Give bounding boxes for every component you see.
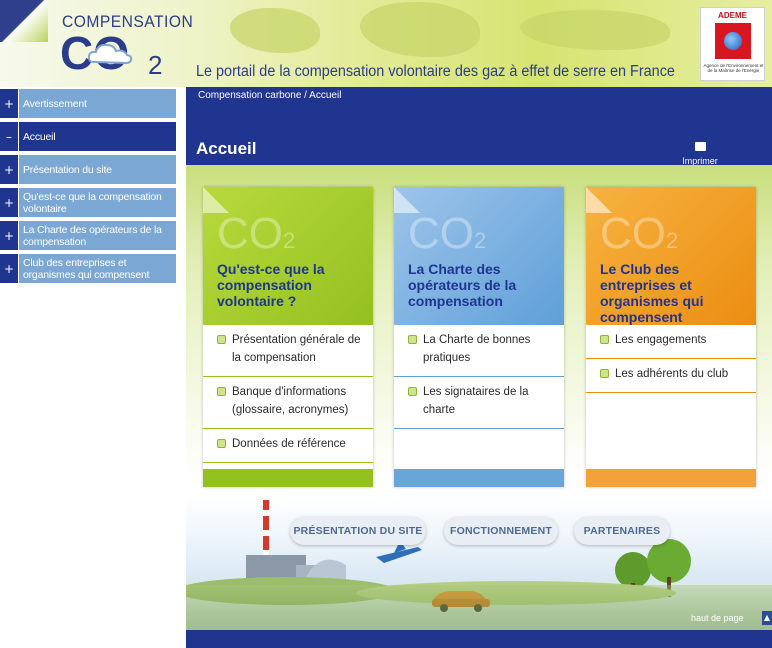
ground-strip xyxy=(186,585,772,630)
site-tagline: Le portail de la compensation volontaire… xyxy=(196,63,675,80)
footer-bar xyxy=(186,630,772,648)
main-content: Compensation carbone / Accueil Accueil I… xyxy=(186,87,772,648)
card-links: Présentation générale de la compensation… xyxy=(203,325,373,463)
card-footer-bar xyxy=(394,469,564,487)
logo-subscript-two: 2 xyxy=(148,50,163,80)
link-label: Présentation générale de la compensation xyxy=(232,334,361,364)
card-link-signataires[interactable]: Les signataires de la charte xyxy=(394,377,564,429)
card-title: Le Club des entreprises et organismes qu… xyxy=(600,261,704,325)
bullet-icon xyxy=(600,369,609,378)
bullet-icon xyxy=(408,335,417,344)
expand-plus-icon[interactable]: + xyxy=(0,221,18,250)
sidebar-item-label: Avertissement xyxy=(19,89,176,118)
sidebar-item-charte[interactable]: + La Charte des opérateurs de la compens… xyxy=(0,221,176,250)
co2-watermark: CO2 xyxy=(217,209,296,258)
page-title: Accueil xyxy=(196,139,257,158)
card-link-banque-informations[interactable]: Banque d'informations (glossaire, acrony… xyxy=(203,377,373,429)
expand-plus-icon[interactable]: + xyxy=(0,254,18,283)
partenaires-button[interactable]: PARTENAIRES xyxy=(574,517,670,545)
card-links: Les engagements Les adhérents du club xyxy=(586,325,756,393)
collapse-minus-icon[interactable]: – xyxy=(0,122,18,151)
sidebar-item-label: Présentation du site xyxy=(19,155,176,184)
ademe-logo[interactable]: ADEME Agence de l'Environnement et de la… xyxy=(700,7,765,81)
presentation-du-site-button[interactable]: PRÉSENTATION DU SITE xyxy=(290,517,426,545)
card-link-presentation-generale[interactable]: Présentation générale de la compensation xyxy=(203,325,373,377)
co2-watermark: CO2 xyxy=(600,209,679,258)
card-footer-bar xyxy=(203,469,373,487)
sidebar-item-accueil[interactable]: – Accueil xyxy=(0,122,176,151)
globe-icon xyxy=(724,32,742,50)
sidebar-item-label: La Charte des opérateurs de la compensat… xyxy=(19,221,176,250)
sidebar-item-avertissement[interactable]: + Avertissement xyxy=(0,89,176,118)
link-label: Banque d'informations (glossaire, acrony… xyxy=(232,386,349,416)
sidebar-item-club[interactable]: + Club des entreprises et organismes qui… xyxy=(0,254,176,283)
card-footer-bar xyxy=(586,469,756,487)
card-header-link[interactable]: CO2 Qu'est-ce que la compensation volont… xyxy=(203,187,373,325)
landscape-banner: PRÉSENTATION DU SITE FONCTIONNEMENT PART… xyxy=(186,495,772,630)
card-compensation-volontaire: CO2 Qu'est-ce que la compensation volont… xyxy=(203,187,373,487)
sidebar-item-label: Club des entreprises et organismes qui c… xyxy=(19,254,176,283)
sidebar-nav: + Avertissement – Accueil + Présentation… xyxy=(0,87,186,648)
bullet-icon xyxy=(217,335,226,344)
card-club-entreprises: CO2 Le Club des entreprises et organisme… xyxy=(586,187,756,487)
card-title: Qu'est-ce que la compensation volontaire… xyxy=(217,261,325,309)
card-links: La Charte de bonnes pratiques Les signat… xyxy=(394,325,564,429)
link-label: Données de référence xyxy=(232,438,346,450)
card-title: La Charte des opérateurs de la compensat… xyxy=(408,261,517,309)
expand-plus-icon[interactable]: + xyxy=(0,89,18,118)
world-map-shape xyxy=(360,2,480,57)
ademe-emblem xyxy=(715,23,751,59)
sidebar-item-label: Qu'est-ce que la compensation volontaire xyxy=(19,188,176,217)
cloud-icon xyxy=(87,43,133,65)
card-header-link[interactable]: CO2 La Charte des opérateurs de la compe… xyxy=(394,187,564,325)
ademe-subtitle: Agence de l'Environnement et de la Maîtr… xyxy=(703,63,764,73)
bullet-icon xyxy=(217,439,226,448)
expand-plus-icon[interactable]: + xyxy=(0,155,18,184)
sidebar-item-compensation-volontaire[interactable]: + Qu'est-ce que la compensation volontai… xyxy=(0,188,176,217)
corner-fold-decoration xyxy=(0,0,48,42)
back-to-top-link[interactable]: haut de page xyxy=(691,613,744,623)
world-map-shape xyxy=(230,8,320,53)
printer-icon xyxy=(694,142,706,151)
sidebar-item-label: Accueil xyxy=(19,122,176,151)
site-header: COMPENSATION CO 2 Le portail de la compe… xyxy=(0,0,772,87)
bullet-icon xyxy=(408,387,417,396)
title-bar: Compensation carbone / Accueil Accueil I… xyxy=(186,87,772,166)
link-label: La Charte de bonnes pratiques xyxy=(423,334,531,364)
fonctionnement-button[interactable]: FONCTIONNEMENT xyxy=(444,517,558,545)
link-label: Les adhérents du club xyxy=(615,368,729,380)
bullet-icon xyxy=(600,335,609,344)
breadcrumb: Compensation carbone / Accueil xyxy=(198,90,342,101)
world-map-shape xyxy=(520,10,670,50)
arrow-up-icon[interactable]: ▲ xyxy=(762,611,772,625)
card-link-adherents[interactable]: Les adhérents du club xyxy=(586,359,756,393)
link-label: Les engagements xyxy=(615,334,707,346)
ademe-label: ADEME xyxy=(718,11,747,20)
card-header-link[interactable]: CO2 Le Club des entreprises et organisme… xyxy=(586,187,756,325)
card-link-charte-bonnes-pratiques[interactable]: La Charte de bonnes pratiques xyxy=(394,325,564,377)
card-link-engagements[interactable]: Les engagements xyxy=(586,325,756,359)
bullet-icon xyxy=(217,387,226,396)
co2-watermark: CO2 xyxy=(408,209,487,258)
link-label: Les signataires de la charte xyxy=(423,386,529,416)
card-charte-operateurs: CO2 La Charte des opérateurs de la compe… xyxy=(394,187,564,487)
expand-plus-icon[interactable]: + xyxy=(0,188,18,217)
print-button[interactable]: Imprimer xyxy=(676,137,724,166)
sidebar-item-presentation[interactable]: + Présentation du site xyxy=(0,155,176,184)
card-link-donnees-reference[interactable]: Données de référence xyxy=(203,429,373,463)
